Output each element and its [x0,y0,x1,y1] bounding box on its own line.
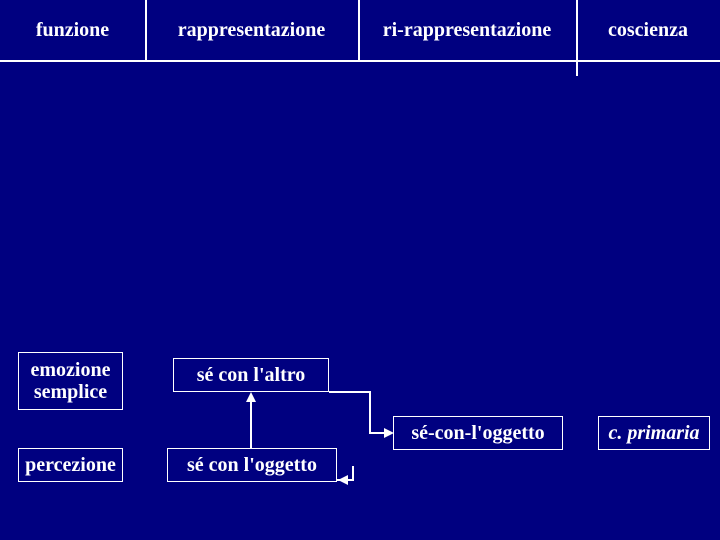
arrow-altro-to-right-h [329,391,370,393]
header-underline [0,60,720,62]
arrow-oggetto-to-altro-line [250,400,252,448]
header-coscienza-label: coscienza [608,19,688,42]
arrow-altro-to-right-v [369,391,371,433]
box-c-primaria-label: c. primaria [608,422,699,445]
emozione-line2: semplice [34,381,107,403]
box-se-con-altro-label: sé con l'altro [197,364,306,387]
box-emozione-semplice: emozione semplice [18,352,123,410]
arrow-altro-to-right-head [384,428,394,438]
header-coscienza: coscienza [576,0,720,60]
box-se-con-l-oggetto-right: sé-con-l'oggetto [393,416,563,450]
header-ri-rappresentazione-label: ri-rappresentazione [383,19,552,42]
header-row: funzione rappresentazione ri-rappresenta… [0,0,720,60]
arrow-lower-to-right-v [352,466,354,481]
box-se-con-altro: sé con l'altro [173,358,329,392]
arrow-lower-to-right-head [338,475,348,485]
header-funzione: funzione [0,0,145,60]
box-se-con-l-oggetto-right-label: sé-con-l'oggetto [411,422,544,445]
box-emozione-semplice-label: emozione semplice [31,359,111,403]
header-sep-3-ext [576,60,578,76]
box-percezione: percezione [18,448,123,482]
arrow-oggetto-to-altro-head [246,392,256,402]
header-funzione-label: funzione [36,19,109,42]
box-c-primaria: c. primaria [598,416,710,450]
box-se-con-oggetto: sé con l'oggetto [167,448,337,482]
header-rappresentazione: rappresentazione [145,0,358,60]
header-rappresentazione-label: rappresentazione [178,19,325,42]
box-se-con-oggetto-label: sé con l'oggetto [187,454,317,477]
emozione-line1: emozione [31,359,111,381]
box-percezione-label: percezione [25,454,116,477]
header-ri-rappresentazione: ri-rappresentazione [358,0,576,60]
